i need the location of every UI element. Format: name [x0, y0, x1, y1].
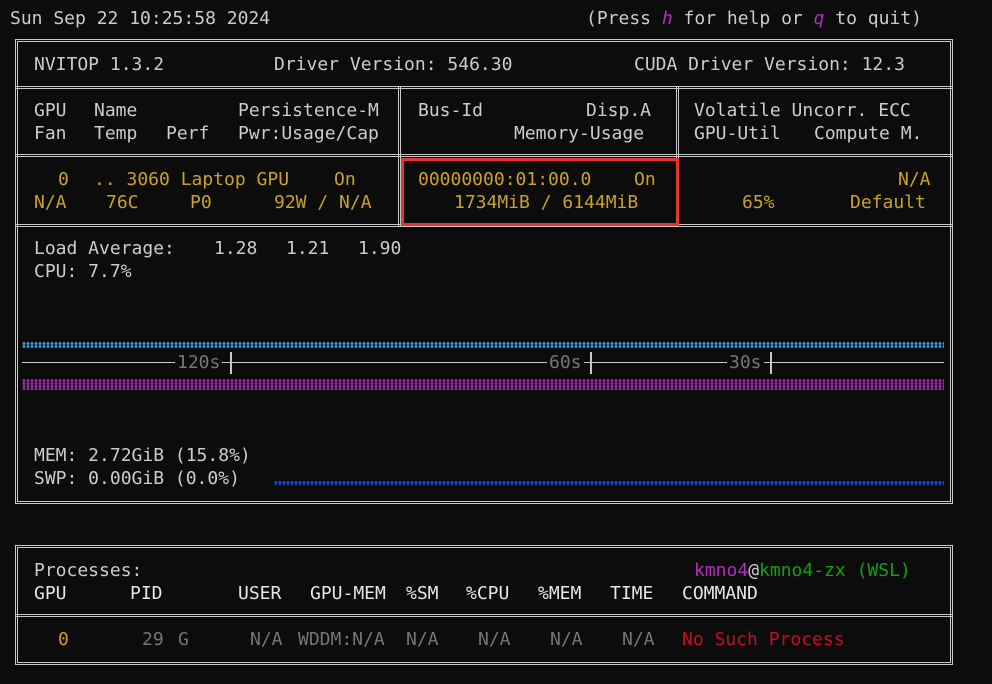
proc-col-sm: %SM — [406, 583, 439, 604]
proc-time: N/A — [622, 629, 655, 650]
proc-gpumem: WDDM:N/A — [298, 629, 385, 650]
proc-cpu: N/A — [478, 629, 511, 650]
axis-tick — [230, 352, 232, 374]
proc-user: N/A — [250, 629, 283, 650]
proc-type: G — [178, 629, 189, 650]
proc-col-cpu: %CPU — [466, 583, 510, 604]
col-busid: Bus-Id — [418, 100, 484, 121]
load-15: 1.90 — [358, 238, 402, 259]
col-perf: Perf — [166, 123, 210, 144]
time-axis — [22, 362, 944, 363]
hostname: kmno4-zx — [759, 560, 846, 581]
proc-col-user: USER — [238, 583, 282, 604]
axis-label-30s: 30s — [727, 351, 764, 374]
load-1: 1.28 — [214, 238, 258, 259]
user-host: kmno4@kmno4-zx (WSL) — [694, 560, 911, 581]
divider — [15, 86, 953, 89]
highlight-box — [401, 158, 679, 226]
gpu-perf: P0 — [190, 192, 212, 213]
gpu-fan: N/A — [34, 192, 67, 213]
quit-key: q — [813, 8, 825, 29]
axis-tick — [770, 352, 772, 374]
proc-col-mem: %MEM — [538, 583, 582, 604]
proc-col-gpu: GPU — [34, 583, 67, 604]
proc-col-time: TIME — [610, 583, 654, 604]
help-key: h — [661, 8, 673, 29]
col-persistence: Persistence-M — [238, 100, 379, 121]
gpu-compute-mode: Default — [850, 192, 926, 213]
swap-usage: SWP: 0.00GiB (0.0%) — [34, 468, 240, 489]
load-5: 1.21 — [286, 238, 330, 259]
divider — [15, 614, 953, 617]
gpu-temp: 76C — [106, 192, 139, 213]
proc-col-pid: PID — [130, 583, 163, 604]
col-name: Name — [94, 100, 138, 121]
gpu-util: 65% — [742, 192, 775, 213]
col-compute: Compute M. — [814, 123, 923, 144]
processes-title: Processes: — [34, 560, 143, 581]
axis-label-120s: 120s — [175, 351, 223, 374]
col-pwr: Pwr:Usage/Cap — [238, 123, 379, 144]
gpu-util-history-line — [22, 342, 944, 348]
gpu-ecc: N/A — [898, 169, 931, 190]
help-hint: (Press h for help or q to quit) — [586, 8, 922, 29]
cpu-usage: CPU: 7.7% — [34, 261, 132, 282]
proc-gpu: 0 — [58, 629, 69, 650]
proc-pid: 29 — [142, 629, 164, 650]
col-volatile: Volatile Uncorr. ECC — [694, 100, 911, 121]
col-gpuutil: GPU-Util — [694, 123, 781, 144]
proc-sm: N/A — [406, 629, 439, 650]
datetime: Sun Sep 22 10:25:58 2024 — [10, 8, 271, 29]
load-average-label: Load Average: — [34, 238, 175, 259]
gpu-name: .. 3060 Laptop GPU — [94, 169, 290, 190]
gpu-persistence: On — [334, 169, 356, 190]
proc-col-command: COMMAND — [682, 583, 758, 604]
axis-tick — [590, 352, 592, 374]
gpu-power: 92W / N/A — [274, 192, 372, 213]
cuda-version: CUDA Driver Version: 12.3 — [634, 54, 905, 75]
proc-mem: N/A — [550, 629, 583, 650]
col-disp: Disp.A — [586, 100, 652, 121]
col-gpu: GPU — [34, 100, 67, 121]
nvitop-version: NVITOP 1.3.2 — [34, 54, 165, 75]
axis-label-60s: 60s — [547, 351, 584, 374]
driver-version: Driver Version: 546.30 — [274, 54, 513, 75]
swap-history-line — [274, 481, 944, 485]
col-temp: Temp — [94, 123, 138, 144]
username: kmno4 — [694, 560, 749, 581]
divider — [15, 154, 953, 157]
col-fan: Fan — [34, 123, 67, 144]
proc-command: No Such Process — [682, 629, 845, 650]
memory-usage: MEM: 2.72GiB (15.8%) — [34, 445, 251, 466]
env-label: (WSL) — [845, 560, 911, 581]
cpu-history-line — [22, 379, 944, 390]
col-memusage: Memory-Usage — [514, 123, 645, 144]
gpu-index: 0 — [58, 169, 69, 190]
proc-col-gpumem: GPU-MEM — [310, 583, 386, 604]
